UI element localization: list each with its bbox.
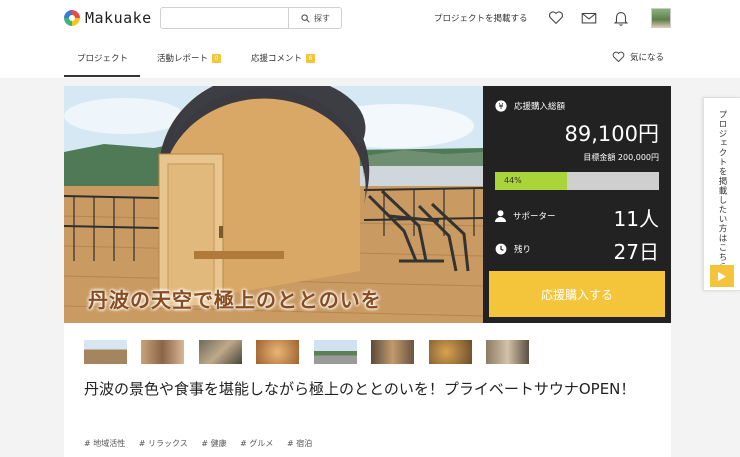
tag-link[interactable]: # 地域活性 [84, 439, 125, 448]
total-amount-value: 89,100円 [564, 122, 659, 146]
thumbnail-6[interactable] [371, 340, 414, 364]
project-title: 丹波の景色や食事を堪能しながら極上のととのいを！プライベートサウナOPEN！ [84, 380, 636, 398]
thumbnail-3[interactable] [199, 340, 242, 364]
tag-link[interactable]: # グルメ [240, 439, 273, 448]
total-amount-label: 応援購入総額 [514, 102, 566, 112]
hero-caption: 丹波の天空で極上のととのいを [88, 288, 382, 312]
bell-icon[interactable] [612, 9, 630, 27]
search-input[interactable] [161, 8, 287, 28]
tag-link[interactable]: # 宿泊 [287, 439, 312, 448]
total-amount-label-row: ¥ 応援購入総額 [495, 100, 565, 112]
funding-panel: ¥ 応援購入総額 89,100円 目標金額 200,000円 44% サポーター… [483, 86, 671, 323]
search-box: 探す [160, 7, 342, 29]
supporters-value: 11人 [613, 207, 659, 231]
project-hero-image[interactable]: 丹波の天空で極上のととのいを [64, 86, 483, 323]
search-icon [301, 13, 310, 23]
tab-activity-report-label: 活動レポート [157, 54, 209, 64]
goal-amount: 目標金額 200,000円 [583, 153, 659, 162]
remaining-label-row: 残り [495, 243, 531, 255]
post-project-link[interactable]: プロジェクトを掲載する [434, 12, 528, 24]
thumbnail-7[interactable] [429, 340, 472, 364]
progress-bar: 44% [495, 172, 659, 190]
logo-text: Makuake [85, 9, 152, 27]
favorite-label: 気になる [630, 53, 665, 63]
tag-link[interactable]: # リラックス [139, 439, 188, 448]
favorite-button[interactable]: 気になる [612, 51, 664, 63]
supporters-label-row: サポーター [495, 210, 556, 222]
thumbnail-1[interactable] [84, 340, 127, 364]
support-comments-count-badge: 6 [306, 53, 316, 63]
tag-link[interactable]: # 健康 [201, 439, 226, 448]
svg-text:¥: ¥ [498, 102, 503, 111]
side-tab-label: プロジェクトを掲載したい方はこちら [717, 110, 727, 272]
tag-list: # 地域活性 # リラックス # 健康 # グルメ # 宿泊 [84, 438, 323, 449]
back-project-button[interactable]: 応援購入する [489, 271, 665, 317]
tab-project[interactable]: プロジェクト [77, 52, 128, 64]
remaining-label: 残り [514, 245, 532, 255]
post-project-side-tab[interactable]: プロジェクトを掲載したい方はこちら [703, 97, 740, 291]
project-tab-bar: プロジェクト 活動レポート 0 応援コメント 6 気になる [0, 38, 740, 78]
heart-icon [612, 51, 625, 63]
active-tab-indicator [64, 75, 140, 77]
yen-icon: ¥ [495, 100, 507, 112]
thumbnail-4[interactable] [256, 340, 299, 364]
logo-icon [64, 10, 80, 26]
tab-project-label: プロジェクト [77, 54, 129, 64]
supporters-label: サポーター [513, 212, 556, 222]
search-button-label: 探す [314, 13, 330, 23]
thumbnail-8[interactable] [486, 340, 529, 364]
tab-support-comments-label: 応援コメント [251, 54, 303, 64]
person-icon [495, 210, 506, 222]
search-button[interactable]: 探す [288, 8, 342, 28]
thumbnail-2[interactable] [141, 340, 184, 364]
top-header: Makuake 探す プロジェクトを掲載する [0, 0, 740, 38]
remaining-value: 27日 [613, 240, 659, 264]
user-avatar[interactable] [651, 8, 671, 28]
progress-percent: 44% [504, 176, 522, 185]
heart-icon[interactable] [547, 9, 565, 27]
tab-support-comments[interactable]: 応援コメント 6 [251, 52, 316, 64]
thumbnail-5[interactable] [314, 340, 357, 364]
makuake-logo[interactable]: Makuake [64, 9, 152, 27]
activity-report-count-badge: 0 [212, 53, 222, 63]
clock-icon [495, 243, 507, 255]
tab-activity-report[interactable]: 活動レポート 0 [157, 52, 222, 64]
play-icon [710, 265, 734, 287]
mail-icon[interactable] [580, 9, 598, 27]
